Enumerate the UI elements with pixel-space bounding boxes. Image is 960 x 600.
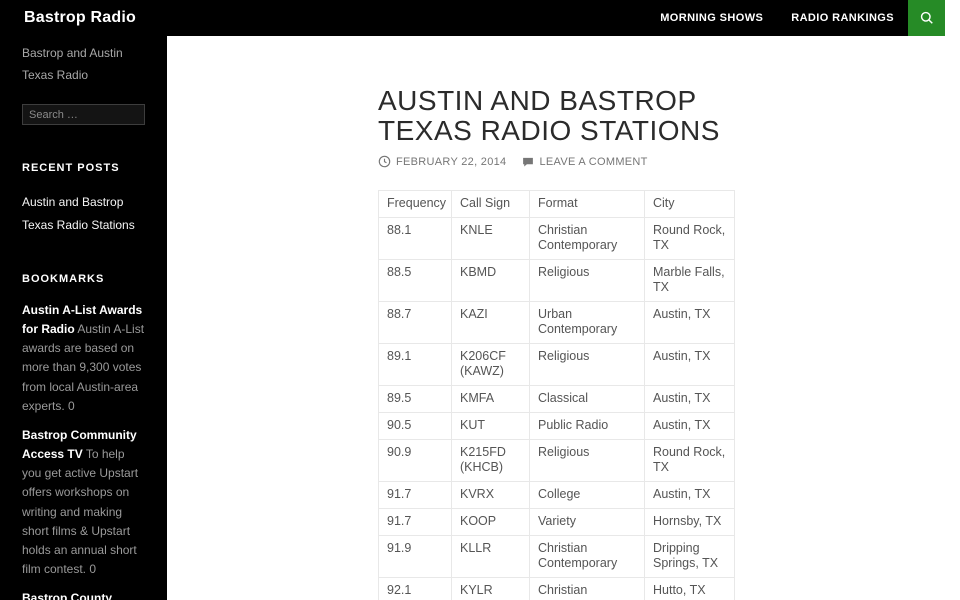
table-cell: Public Radio	[529, 412, 645, 440]
table-cell: KMFA	[451, 385, 530, 413]
table-cell: 88.1	[378, 217, 452, 260]
table-cell: 90.9	[378, 439, 452, 482]
entry-meta: FEBRUARY 22, 2014 LEAVE A COMMENT	[378, 155, 748, 168]
nav-item-radio-rankings[interactable]: RADIO RANKINGS	[791, 12, 894, 24]
sidebar-search-input[interactable]	[22, 104, 145, 126]
table-cell: Marble Falls, TX	[644, 259, 735, 302]
table-cell: KBMD	[451, 259, 530, 302]
table-cell: Variety	[529, 508, 645, 536]
table-cell: Round Rock, TX	[644, 439, 735, 482]
bookmark-link[interactable]: Bastrop County Amateur Radio Club	[22, 591, 137, 600]
recent-post-link[interactable]: Austin and Bastrop Texas Radio Stations	[22, 191, 145, 235]
table-cell: Austin, TX	[644, 343, 735, 386]
table-cell: Urban Contemporary	[529, 301, 645, 344]
table-cell: Round Rock, TX	[644, 217, 735, 260]
table-cell: 88.7	[378, 301, 452, 344]
table-cell: 88.5	[378, 259, 452, 302]
comments-meta: LEAVE A COMMENT	[522, 156, 647, 168]
table-cell: Dripping Springs, TX	[644, 535, 735, 578]
post-date-link[interactable]: FEBRUARY 22, 2014	[396, 156, 506, 168]
site-title-link[interactable]: Bastrop Radio	[24, 9, 136, 27]
stations-table: Frequency Call Sign Format City 88.1 KNLE Chr…	[378, 190, 735, 600]
primary-nav: MORNING SHOWS RADIO RANKINGS	[660, 12, 894, 24]
table-row: 90.9 K215FD (KHCB) Religious Round Rock, TX	[378, 439, 735, 482]
table-cell: 91.9	[378, 535, 452, 578]
site-tagline: Bastrop and Austin Texas Radio	[22, 46, 123, 83]
table-cell: KLLR	[451, 535, 530, 578]
table-row: 88.1 KNLE Christian Contemporary Round Rock…	[378, 217, 735, 260]
table-cell: Christian Contemporary	[529, 577, 645, 600]
column-header: Frequency	[378, 190, 452, 218]
main-content: AUSTIN AND BASTROP TEXAS RADIO STATIONS …	[167, 36, 945, 600]
comment-icon	[522, 156, 534, 168]
bookmark-item: Bastrop Community Access TV To help you …	[22, 426, 145, 580]
stations-table-header-row: Frequency Call Sign Format City	[378, 190, 735, 218]
table-cell: Austin, TX	[644, 385, 735, 413]
table-cell: KNLE	[451, 217, 530, 260]
table-cell: Hornsby, TX	[644, 508, 735, 536]
table-cell: KUT	[451, 412, 530, 440]
table-cell: 89.1	[378, 343, 452, 386]
table-row: 91.9 KLLR Christian Contemporary Dripping S…	[378, 535, 735, 578]
table-cell: K215FD (KHCB)	[451, 439, 530, 482]
leave-comment-link[interactable]: LEAVE A COMMENT	[539, 156, 647, 168]
table-cell: Religious	[529, 259, 645, 302]
page-title: AUSTIN AND BASTROP TEXAS RADIO STATIONS	[378, 85, 720, 146]
table-cell: 92.1	[378, 577, 452, 600]
recent-posts-heading: RECENT POSTS	[22, 162, 120, 175]
table-cell: 91.7	[378, 481, 452, 509]
table-cell: 91.7	[378, 508, 452, 536]
column-header: Format	[529, 190, 645, 218]
table-cell: 90.5	[378, 412, 452, 440]
post-date: FEBRUARY 22, 2014	[378, 155, 506, 168]
table-cell: 89.5	[378, 385, 452, 413]
table-row: 89.1 K206CF (KAWZ) Religious Austin, TX	[378, 343, 735, 386]
search-icon	[919, 10, 935, 26]
table-row: 88.5 KBMD Religious Marble Falls, TX	[378, 259, 735, 302]
bookmarks-list: Austin A-List Awards for Radio Austin A-…	[22, 301, 145, 600]
table-cell: Christian Contemporary	[529, 217, 645, 260]
search-button[interactable]	[908, 0, 945, 36]
article: AUSTIN AND BASTROP TEXAS RADIO STATIONS …	[378, 36, 748, 600]
bookmark-description: To help you get active Upstart offers wo…	[22, 447, 139, 577]
table-cell: Hutto, TX	[644, 577, 735, 600]
table-row: 88.7 KAZI Urban Contemporary Austin, TX	[378, 301, 735, 344]
table-cell: KOOP	[451, 508, 530, 536]
table-cell: KAZI	[451, 301, 530, 344]
table-cell: Religious	[529, 439, 645, 482]
table-cell: K206CF (KAWZ)	[451, 343, 530, 386]
bookmark-item: Bastrop County Amateur Radio Club Join u…	[22, 589, 145, 600]
table-cell: KVRX	[451, 481, 530, 509]
table-cell: KYLR	[451, 577, 530, 600]
column-header: Call Sign	[451, 190, 530, 218]
table-cell: Christian Contemporary	[529, 535, 645, 578]
table-cell: Austin, TX	[644, 481, 735, 509]
table-cell: Austin, TX	[644, 412, 735, 440]
table-row: 92.1KYLRChristian ContemporaryHutto, TX	[378, 577, 735, 600]
clock-icon	[378, 155, 391, 168]
table-row: 91.7 KVRX College Austin, TX	[378, 481, 735, 509]
column-header: City	[644, 190, 735, 218]
table-row: 91.7 KOOP Variety Hornsby, TX	[378, 508, 735, 536]
table-cell: Austin, TX	[644, 301, 735, 344]
table-row: 90.5 KUT Public Radio Austin, TX	[378, 412, 735, 440]
top-navbar: Bastrop Radio MORNING SHOWS RADIO RANKIN…	[0, 0, 945, 36]
sidebar: Bastrop and Austin Texas Radio RECENT PO…	[0, 36, 167, 600]
table-cell: Religious	[529, 343, 645, 386]
bookmark-item: Austin A-List Awards for Radio Austin A-…	[22, 301, 145, 416]
table-row: 89.5 KMFA Classical Austin, TX	[378, 385, 735, 413]
recent-posts-list: Austin and Bastrop Texas Radio Stations	[22, 191, 145, 235]
bookmarks-heading: BOOKMARKS	[22, 272, 105, 285]
nav-item-morning-shows[interactable]: MORNING SHOWS	[660, 12, 763, 24]
table-cell: Classical	[529, 385, 645, 413]
table-cell: College	[529, 481, 645, 509]
